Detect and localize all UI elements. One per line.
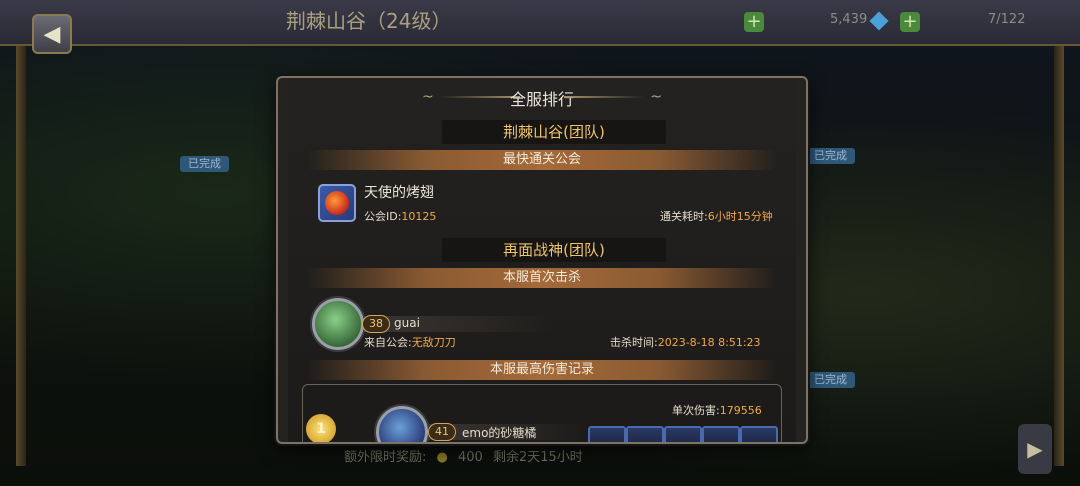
from-guild-label: 来自公会: xyxy=(364,336,412,349)
fastest-clear-band: 最快通关公会 xyxy=(308,150,776,170)
guild-name: 天使的烤翅 xyxy=(364,185,434,201)
kill-time-label: 击杀时间: xyxy=(610,336,658,349)
back-arrow-icon: ◀ xyxy=(43,21,61,47)
add-gem-button[interactable]: + xyxy=(900,12,920,32)
stamina-count: 7/122 xyxy=(988,12,1026,27)
reward-time: 剩余2天15小时 xyxy=(492,450,583,465)
completed-badge: 已完成 xyxy=(806,372,855,388)
clear-time-value: 6小时15分钟 xyxy=(707,210,773,223)
kill-time: 击杀时间:2023-8-18 8:51:23 xyxy=(610,334,761,350)
hero-slot[interactable] xyxy=(702,426,740,442)
reward-amount: 400 xyxy=(458,450,483,465)
completed-badge: 已完成 xyxy=(180,156,229,172)
from-guild-value: 无敌刀刀 xyxy=(411,336,456,349)
player-level-badge: 41 xyxy=(428,423,456,441)
hero-slot[interactable] xyxy=(626,426,664,442)
chevron-right-icon: ▶ xyxy=(1027,437,1043,461)
damage-record: 单次伤害:179556 xyxy=(672,402,762,418)
kill-time-value: 2023-8-18 8:51:23 xyxy=(657,336,761,349)
reward-label: 额外限时奖励: xyxy=(344,450,427,465)
next-page-button[interactable]: ▶ xyxy=(1018,424,1052,474)
first-kill-band: 本服首次击杀 xyxy=(308,268,776,288)
name-bar xyxy=(364,316,554,332)
clear-time-label: 通关耗时: xyxy=(660,210,708,223)
back-button[interactable]: ◀ xyxy=(32,14,72,54)
hero-slot[interactable] xyxy=(588,426,626,442)
stage-title: 荆棘山谷（24级） xyxy=(286,9,452,33)
resource-count: 5,439 xyxy=(830,12,868,27)
add-resource-button[interactable]: + xyxy=(744,12,764,32)
title-ornament-right xyxy=(564,96,644,98)
boss-header: 再面战神(团队) xyxy=(442,238,666,262)
modal-title: 全服排行 xyxy=(509,90,574,109)
damage-value: 179556 xyxy=(719,404,762,417)
stage-header: 荆棘山谷(团队) xyxy=(442,120,666,144)
player-avatar[interactable] xyxy=(312,298,364,350)
ranking-modal: ~ 全服排行 ~ 荆棘山谷(团队) 最快通关公会 天使的烤翅 公会ID:1012… xyxy=(276,76,808,444)
clear-time: 通关耗时:6小时15分钟 xyxy=(660,208,773,224)
gem-icon xyxy=(869,11,889,31)
guild-id: 公会ID:10125 xyxy=(364,208,436,224)
coin-icon: ● xyxy=(436,450,448,465)
left-frame xyxy=(16,46,26,466)
guild-emblem-icon xyxy=(318,184,356,222)
guild-id-value: 10125 xyxy=(401,210,437,223)
modal-body: ~ 全服排行 ~ 荆棘山谷(团队) 最快通关公会 天使的烤翅 公会ID:1012… xyxy=(288,78,796,442)
player-name: emo的砂糖橘 xyxy=(462,426,537,440)
player-level-badge: 38 xyxy=(362,315,390,333)
player-guild: 来自公会:无敌刀刀 xyxy=(364,334,456,350)
top-damage-band: 本服最高伤害记录 xyxy=(308,360,776,380)
completed-badge: 已完成 xyxy=(806,148,855,164)
gold-medal-icon: 1 xyxy=(306,414,336,442)
player-name: guai xyxy=(394,316,420,330)
damage-label: 单次伤害: xyxy=(672,404,720,417)
guild-id-label: 公会ID: xyxy=(364,210,402,223)
hero-slot[interactable] xyxy=(740,426,778,442)
hero-slot[interactable] xyxy=(664,426,702,442)
top-bar: ◀ 荆棘山谷（24级） + 5,439 + 7/122 xyxy=(0,0,1080,54)
curl-ornament-icon: ~ xyxy=(650,89,662,105)
right-frame xyxy=(1054,46,1064,466)
reward-line: 额外限时奖励: ● 400 剩余2天15小时 xyxy=(344,446,589,465)
